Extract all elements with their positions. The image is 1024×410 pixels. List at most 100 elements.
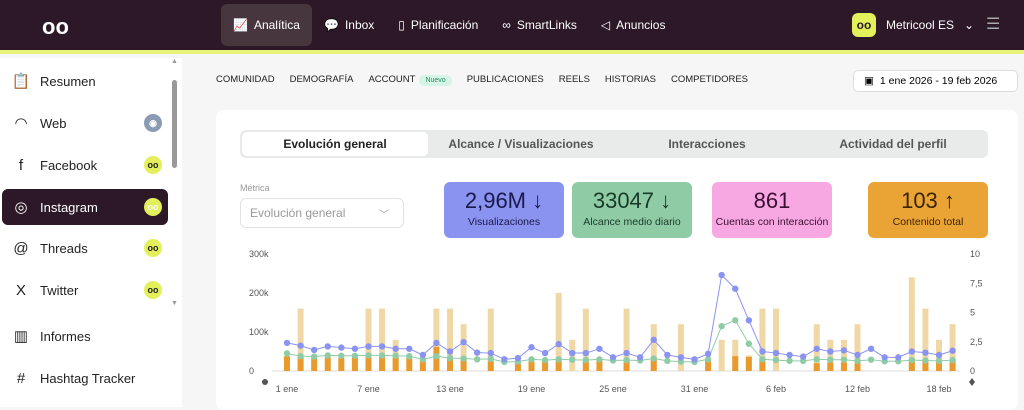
line-alcance bbox=[286, 319, 953, 363]
point-visualizaciones bbox=[908, 348, 916, 355]
point-alcance bbox=[283, 350, 291, 357]
point-alcance bbox=[704, 356, 712, 363]
point-visualizaciones bbox=[827, 348, 834, 355]
point-alcance bbox=[473, 356, 481, 363]
point-visualizaciones bbox=[297, 342, 304, 349]
bar-content bbox=[365, 356, 372, 371]
point-visualizaciones bbox=[446, 348, 454, 355]
bar-content bbox=[351, 357, 358, 371]
point-visualizaciones bbox=[596, 345, 603, 352]
x-tick: 12 feb bbox=[845, 384, 870, 394]
evolution-chart: 0 100k 200k 300k 0 2,5 5 7,5 10 1 ene 7 ene 13 ene 1… bbox=[249, 249, 983, 394]
x-tick: 7 ene bbox=[357, 384, 380, 394]
point-visualizaciones bbox=[786, 351, 793, 359]
point-alcance bbox=[718, 322, 725, 330]
right-range-handle bbox=[969, 378, 975, 386]
point-alcance bbox=[867, 356, 875, 363]
point-visualizaciones bbox=[338, 344, 345, 351]
point-visualizaciones bbox=[636, 354, 644, 361]
point-alcance bbox=[446, 354, 454, 362]
point-alcance bbox=[745, 340, 753, 347]
point-alcance bbox=[541, 356, 549, 364]
point-alcance bbox=[596, 356, 603, 363]
point-visualizaciones bbox=[623, 349, 630, 357]
y-left-tick: 0 bbox=[249, 366, 254, 376]
point-alcance bbox=[786, 357, 793, 365]
point-visualizaciones bbox=[514, 354, 522, 362]
bar-content bbox=[392, 357, 399, 371]
bar-content bbox=[528, 361, 535, 371]
point-visualizaciones bbox=[650, 336, 657, 343]
left-range-handle bbox=[262, 379, 268, 385]
bar-content bbox=[284, 356, 290, 371]
point-alcance bbox=[487, 355, 494, 363]
point-alcance bbox=[365, 352, 372, 359]
point-visualizaciones bbox=[541, 349, 549, 357]
point-alcance bbox=[772, 356, 780, 364]
point-alcance bbox=[650, 355, 657, 362]
bar-content bbox=[297, 357, 304, 371]
point-alcance bbox=[460, 355, 467, 362]
line-visualizaciones bbox=[286, 274, 953, 360]
point-alcance bbox=[623, 356, 630, 364]
y-left-tick: 100k bbox=[249, 327, 269, 337]
point-alcance bbox=[324, 352, 331, 359]
point-visualizaciones bbox=[664, 351, 671, 359]
point-visualizaciones bbox=[935, 351, 943, 359]
point-visualizaciones bbox=[419, 351, 427, 359]
point-visualizaciones bbox=[365, 343, 372, 350]
point-alcance bbox=[582, 356, 590, 364]
bar-content bbox=[732, 356, 739, 371]
point-alcance bbox=[392, 352, 399, 359]
point-visualizaciones bbox=[772, 349, 780, 357]
point-visualizaciones bbox=[324, 343, 331, 350]
point-alcance bbox=[378, 352, 386, 359]
point-visualizaciones bbox=[759, 348, 766, 355]
point-visualizaciones bbox=[351, 345, 359, 352]
bar-content bbox=[745, 356, 752, 371]
point-visualizaciones bbox=[555, 340, 562, 348]
point-alcance bbox=[555, 356, 562, 363]
point-alcance bbox=[433, 352, 440, 360]
bar-content bbox=[324, 357, 331, 371]
bar-content bbox=[338, 357, 345, 371]
bar-content bbox=[406, 358, 413, 371]
point-visualizaciones bbox=[732, 285, 739, 292]
point-alcance bbox=[827, 356, 834, 363]
x-tick: 1 ene bbox=[276, 384, 299, 394]
point-alcance bbox=[732, 317, 739, 324]
y-right-tick: 7,5 bbox=[970, 278, 983, 288]
x-tick: 19 ene bbox=[518, 384, 546, 394]
point-visualizaciones bbox=[501, 356, 508, 363]
point-visualizaciones bbox=[881, 354, 888, 361]
x-tick: 31 ene bbox=[681, 384, 709, 394]
point-visualizaciones bbox=[283, 339, 291, 347]
point-visualizaciones bbox=[310, 346, 318, 354]
point-visualizaciones bbox=[813, 345, 820, 352]
point-visualizaciones bbox=[895, 354, 902, 361]
y-left-tick: 300k bbox=[249, 249, 269, 259]
point-visualizaciones bbox=[433, 339, 440, 347]
x-tick: 6 feb bbox=[766, 384, 786, 394]
bar-content bbox=[854, 363, 861, 371]
bar-content bbox=[813, 363, 820, 371]
bar-content bbox=[379, 356, 386, 371]
point-visualizaciones bbox=[460, 338, 467, 346]
point-visualizaciones bbox=[473, 349, 481, 356]
bar-content bbox=[311, 358, 318, 371]
point-alcance bbox=[310, 353, 318, 360]
point-visualizaciones bbox=[378, 343, 386, 350]
bar-content bbox=[840, 362, 847, 371]
point-alcance bbox=[908, 356, 916, 364]
point-visualizaciones bbox=[704, 350, 712, 358]
x-tick: 25 ene bbox=[599, 384, 627, 394]
point-visualizaciones bbox=[718, 271, 725, 279]
x-tick: 13 ene bbox=[436, 384, 464, 394]
point-alcance bbox=[759, 356, 766, 363]
point-visualizaciones bbox=[609, 354, 617, 361]
point-visualizaciones bbox=[922, 349, 929, 356]
point-visualizaciones bbox=[582, 349, 590, 357]
y-right-tick: 5 bbox=[970, 308, 975, 318]
point-visualizaciones bbox=[854, 351, 861, 359]
point-alcance bbox=[813, 356, 820, 363]
